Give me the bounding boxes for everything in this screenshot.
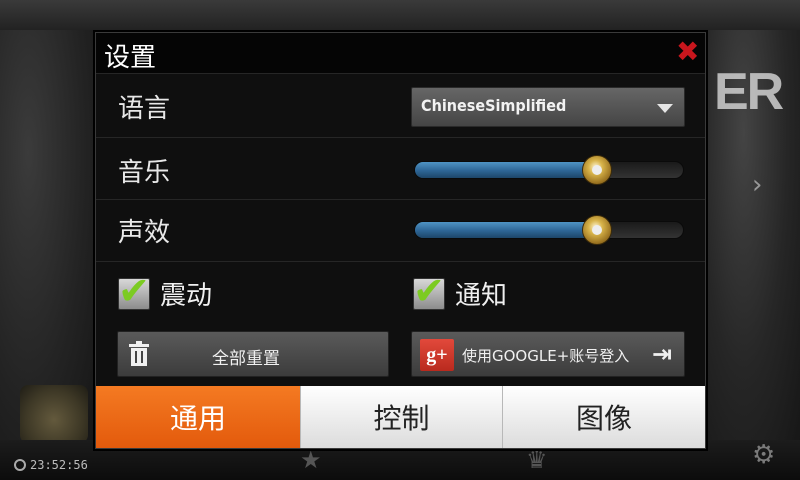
clock-time: 23:52:56 <box>30 458 88 472</box>
reset-all-button[interactable]: 全部重置 <box>117 331 389 377</box>
star-icon: ★ <box>300 446 322 474</box>
vibration-check-box[interactable]: ✔ <box>118 269 150 313</box>
reset-all-label: 全部重置 <box>212 349 280 369</box>
trash-icon <box>129 341 149 366</box>
dialog-titlebar: 设置 ✖ <box>96 33 705 73</box>
background-top <box>0 0 800 30</box>
background-tank-image <box>20 385 88 443</box>
tab-general[interactable]: 通用 <box>96 386 300 448</box>
background-left <box>0 30 95 440</box>
login-arrow-icon: ⇥ <box>652 340 673 368</box>
background-logo-fragment: ER <box>714 63 784 121</box>
vibration-checkbox[interactable]: ✔ 震动 <box>118 269 213 313</box>
checkmark-icon: ✔ <box>118 268 150 313</box>
google-login-label: 使用GOOGLE+账号登入 <box>462 347 630 365</box>
language-label: 语言 <box>118 94 171 124</box>
checkmark-icon: ✔ <box>413 268 445 313</box>
google-plus-icon: g+ <box>420 339 454 371</box>
sound-effects-label: 声效 <box>118 218 171 248</box>
dialog-title: 设置 <box>104 43 157 73</box>
chevron-down-icon <box>657 104 673 113</box>
close-icon[interactable]: ✖ <box>676 36 699 68</box>
gear-icon[interactable]: ⚙ <box>752 440 775 470</box>
notifications-checkbox[interactable]: ✔ 通知 <box>413 269 508 313</box>
music-slider-thumb[interactable] <box>582 155 612 185</box>
sound-effects-slider-fill <box>415 222 597 238</box>
sound-effects-slider[interactable] <box>414 215 684 245</box>
google-login-button[interactable]: g+ 使用GOOGLE+账号登入 ⇥ <box>411 331 685 377</box>
tab-graphics[interactable]: 图像 <box>502 386 705 448</box>
language-select[interactable]: ChineseSimplified <box>411 87 685 127</box>
sound-effects-slider-thumb[interactable] <box>582 215 612 245</box>
vibration-label: 震动 <box>160 281 213 311</box>
clock: 23:52:56 <box>14 456 88 474</box>
background-chevron-right-icon: › <box>752 170 763 200</box>
notifications-check-box[interactable]: ✔ <box>413 269 445 313</box>
settings-dialog: 设置 ✖ 语言 ChineseSimplified 音乐 声效 ✔ 震动 ✔ 通… <box>95 32 706 449</box>
music-label: 音乐 <box>118 158 171 188</box>
music-slider[interactable] <box>414 155 684 185</box>
clock-icon <box>14 459 26 471</box>
language-selected-value: ChineseSimplified <box>421 96 567 115</box>
music-slider-fill <box>415 162 597 178</box>
crown-icon: ♛ <box>526 446 548 474</box>
notifications-label: 通知 <box>455 281 508 311</box>
tab-controls[interactable]: 控制 <box>300 386 502 448</box>
settings-tabs: 通用 控制 图像 <box>96 386 705 448</box>
